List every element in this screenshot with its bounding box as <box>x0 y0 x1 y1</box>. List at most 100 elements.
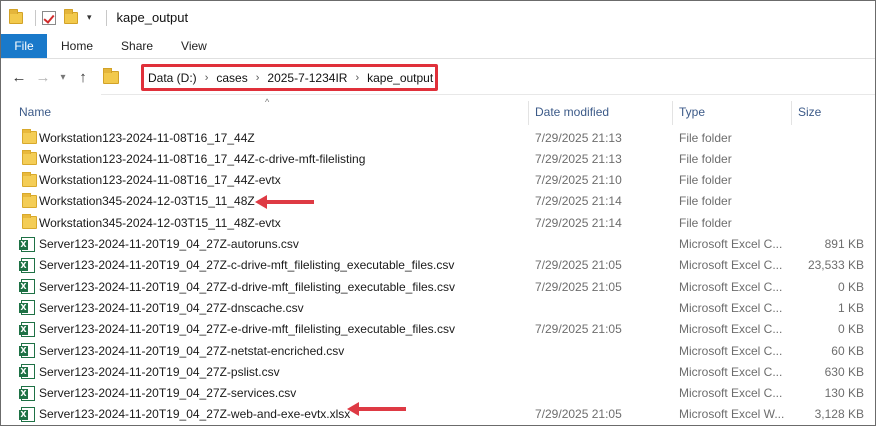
file-type: Microsoft Excel C... <box>679 300 783 315</box>
file-name: Server123-2024-11-20T19_04_27Z-pslist.cs… <box>39 364 280 379</box>
window-title: kape_output <box>116 10 189 25</box>
file-row[interactable]: Server123-2024-11-20T19_04_27Z-autoruns.… <box>1 234 875 255</box>
recent-locations-chevron-icon[interactable]: ▾ <box>55 72 71 83</box>
file-row[interactable]: Server123-2024-11-20T19_04_27Z-netstat-e… <box>1 340 875 361</box>
ribbon-tabs: File Home Share View <box>1 34 875 59</box>
excel-icon <box>19 279 35 295</box>
file-type: File folder <box>679 130 732 145</box>
chevron-right-icon[interactable]: › <box>355 72 359 84</box>
excel-icon <box>19 406 35 422</box>
file-row[interactable]: Workstation123-2024-11-08T16_17_44Z-c-dr… <box>1 148 875 169</box>
folder-icon <box>22 214 37 230</box>
address-bar-highlight[interactable]: Data (D:) › cases › 2025-7-1234IR › kape… <box>141 64 438 91</box>
column-header-date[interactable]: Date modified <box>529 99 609 125</box>
folder-icon <box>9 8 23 24</box>
file-name: Workstation123-2024-11-08T16_17_44Z-c-dr… <box>39 151 366 166</box>
location-folder-icon <box>103 67 119 84</box>
excel-icon <box>19 300 35 316</box>
file-row[interactable]: Server123-2024-11-20T19_04_27Z-c-drive-m… <box>1 255 875 276</box>
tab-share[interactable]: Share <box>107 34 167 58</box>
file-row[interactable]: Server123-2024-11-20T19_04_27Z-web-and-e… <box>1 404 875 425</box>
file-row[interactable]: Server123-2024-11-20T19_04_27Z-pslist.cs… <box>1 361 875 382</box>
folder-icon <box>22 129 37 144</box>
file-type: File folder <box>679 151 732 166</box>
title-bar: ▾ kape_output <box>1 1 875 34</box>
breadcrumb-case-id[interactable]: 2025-7-1234IR <box>267 71 347 85</box>
file-type: Microsoft Excel C... <box>679 279 783 294</box>
file-date-modified: 7/29/2025 21:13 <box>535 130 622 145</box>
file-row[interactable]: Server123-2024-11-20T19_04_27Z-dnscache.… <box>1 297 875 318</box>
file-date-modified: 7/29/2025 21:14 <box>535 215 622 230</box>
file-type: Microsoft Excel W... <box>679 407 785 422</box>
file-size <box>791 212 864 233</box>
navigation-bar: ← → ▾ ↑ Data (D:) › cases › 2025-7-1234I… <box>1 59 875 95</box>
breadcrumb-current[interactable]: kape_output <box>367 71 433 85</box>
file-type: Microsoft Excel C... <box>679 322 783 337</box>
file-size: 1 KB <box>837 300 864 315</box>
excel-icon <box>19 343 35 358</box>
column-header-name[interactable]: Name <box>13 99 51 125</box>
file-row[interactable]: Server123-2024-11-20T19_04_27Z-services.… <box>1 383 875 404</box>
file-type: Microsoft Excel C... <box>679 386 783 401</box>
column-header-size[interactable]: Size <box>792 99 821 125</box>
file-name: Workstation345-2024-12-03T15_11_48Z-evtx <box>39 215 281 230</box>
tab-home[interactable]: Home <box>47 34 107 58</box>
file-name: Server123-2024-11-20T19_04_27Z-dnscache.… <box>39 300 304 315</box>
customize-toolbar-icon[interactable]: ▾ <box>87 12 92 23</box>
file-size: 0 KB <box>837 279 864 294</box>
file-type: Microsoft Excel C... <box>679 237 783 251</box>
file-row[interactable]: Workstation345-2024-12-03T15_11_48Z-evtx… <box>1 212 875 233</box>
file-name: Workstation345-2024-12-03T15_11_48Z <box>39 194 255 209</box>
file-type: File folder <box>679 194 732 209</box>
file-size <box>791 191 864 212</box>
excel-icon <box>19 385 35 401</box>
breadcrumb-cases[interactable]: cases <box>216 71 247 85</box>
file-size: 130 KB <box>824 386 864 401</box>
file-date-modified: 7/29/2025 21:14 <box>535 194 622 209</box>
file-size: 23,533 KB <box>807 258 864 273</box>
file-size <box>791 170 864 191</box>
forward-arrow-icon[interactable]: → <box>31 69 55 86</box>
file-row[interactable]: Workstation345-2024-12-03T15_11_48Z 7/29/… <box>1 191 875 212</box>
column-headers: Name Date modified Type Size <box>1 99 875 125</box>
breadcrumb-drive[interactable]: Data (D:) <box>148 71 197 85</box>
chevron-right-icon[interactable]: › <box>205 72 209 84</box>
file-date-modified: 7/29/2025 21:13 <box>535 151 622 166</box>
file-type: Microsoft Excel C... <box>679 364 783 379</box>
toolbar-divider <box>35 9 36 26</box>
column-header-type[interactable]: Type <box>673 99 705 125</box>
excel-icon <box>19 236 35 252</box>
file-date-modified: 7/29/2025 21:05 <box>535 407 622 422</box>
file-row[interactable]: Workstation123-2024-11-08T16_17_44Z 7/29/… <box>1 127 875 148</box>
file-name: Workstation123-2024-11-08T16_17_44Z <box>39 130 255 145</box>
excel-icon <box>19 257 35 273</box>
address-bar-underline <box>101 94 875 95</box>
new-folder-icon[interactable] <box>64 8 78 24</box>
file-date-modified: 7/29/2025 21:05 <box>535 258 622 273</box>
file-size: 60 KB <box>831 343 864 358</box>
up-arrow-icon[interactable]: ↑ <box>71 69 95 86</box>
file-row[interactable]: Workstation123-2024-11-08T16_17_44Z-evtx… <box>1 170 875 191</box>
file-size: 891 KB <box>824 237 864 251</box>
file-size <box>791 127 864 148</box>
file-type: Microsoft Excel C... <box>679 343 783 358</box>
file-row[interactable]: Server123-2024-11-20T19_04_27Z-d-drive-m… <box>1 276 875 297</box>
file-name: Server123-2024-11-20T19_04_27Z-netstat-e… <box>39 343 345 358</box>
file-size: 630 KB <box>824 364 864 379</box>
file-name: Server123-2024-11-20T19_04_27Z-services.… <box>39 386 297 401</box>
tab-file[interactable]: File <box>1 34 47 58</box>
file-name: Server123-2024-11-20T19_04_27Z-d-drive-m… <box>39 279 455 294</box>
properties-icon[interactable] <box>42 10 56 25</box>
file-row[interactable]: Server123-2024-11-20T19_04_27Z-e-drive-m… <box>1 319 875 340</box>
file-name: Workstation123-2024-11-08T16_17_44Z-evtx <box>39 173 281 188</box>
file-type: File folder <box>679 215 732 230</box>
file-date-modified: 7/29/2025 21:05 <box>535 279 622 294</box>
annotation-arrow-icon <box>347 402 406 416</box>
file-name: Server123-2024-11-20T19_04_27Z-c-drive-m… <box>39 258 455 273</box>
file-type: Microsoft Excel C... <box>679 258 783 273</box>
file-type: File folder <box>679 173 732 188</box>
back-arrow-icon[interactable]: ← <box>7 69 31 86</box>
chevron-right-icon[interactable]: › <box>256 72 260 84</box>
tab-view[interactable]: View <box>167 34 221 58</box>
file-date-modified: 7/29/2025 21:05 <box>535 322 622 337</box>
